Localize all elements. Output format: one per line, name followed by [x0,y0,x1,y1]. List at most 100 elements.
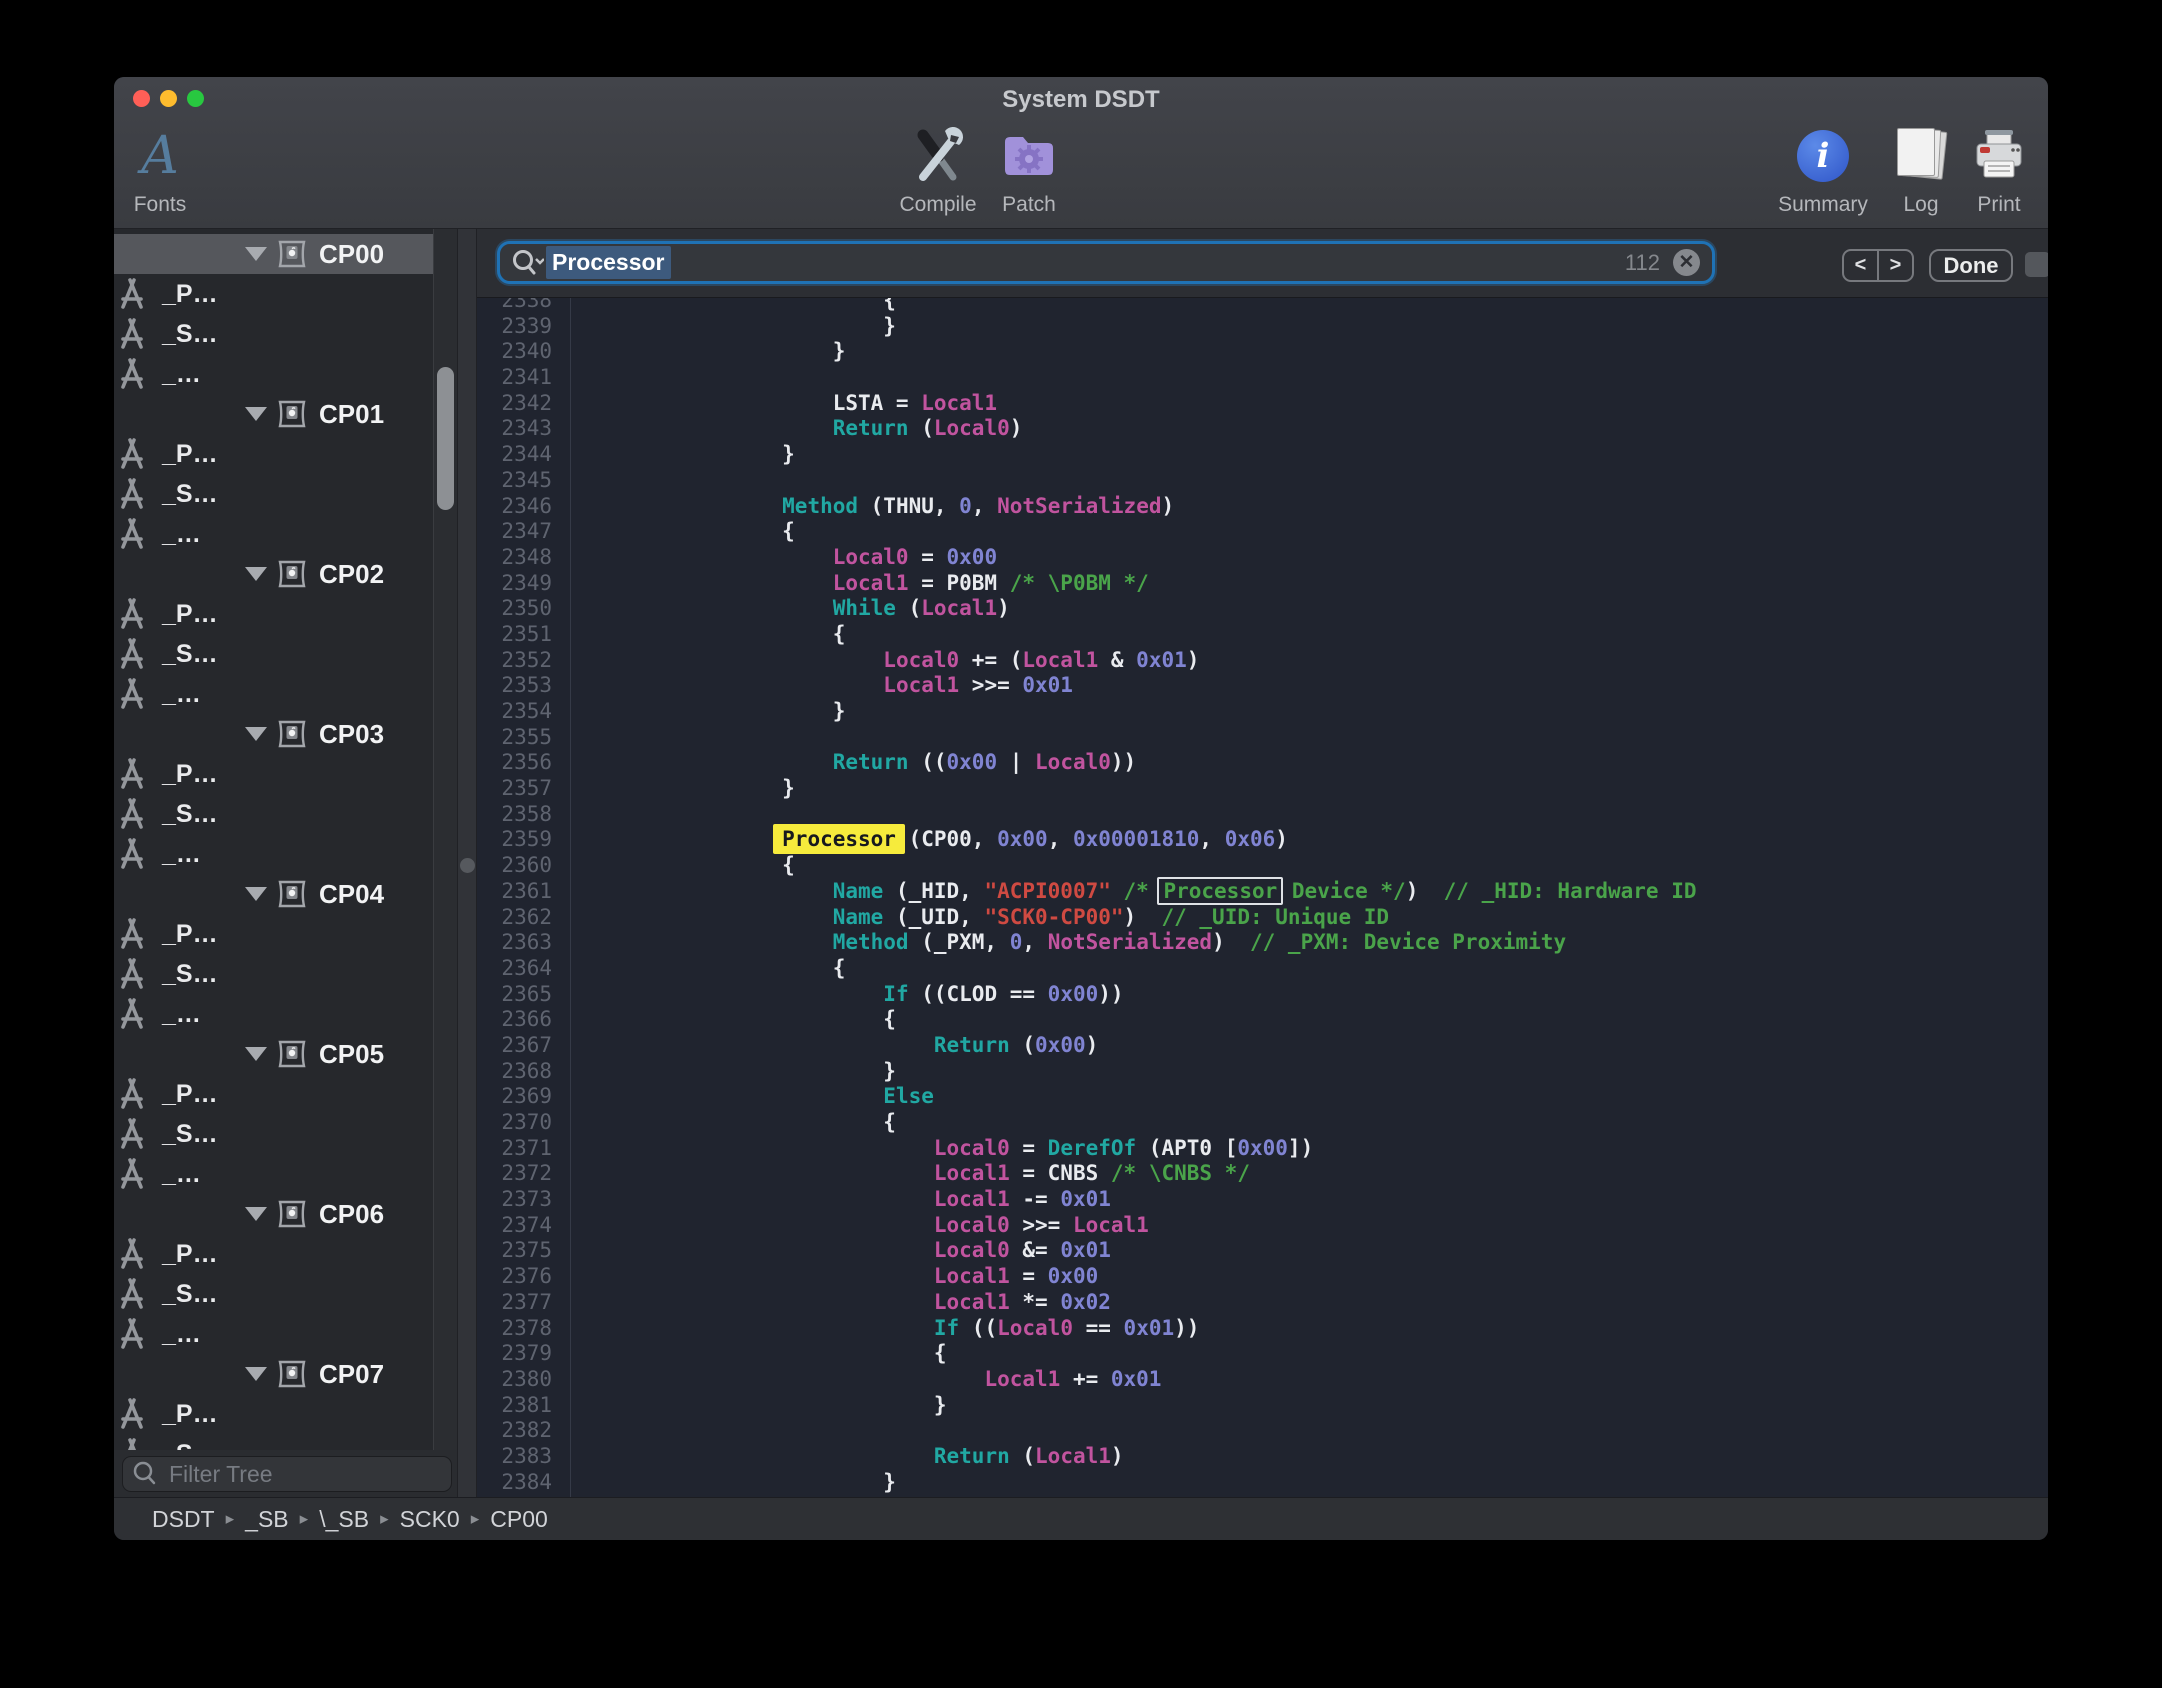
tree-item-cp03[interactable]: CP03 [114,714,433,754]
disclosure-triangle-icon[interactable] [245,1367,267,1381]
tree-child-item[interactable]: _P… [114,594,433,634]
code-text: } [562,1470,896,1496]
code-line: 2353 Local1 >>= 0x01 [477,673,2048,699]
tree-child-item[interactable]: _P… [114,914,433,954]
code-line: 2379 { [477,1341,2048,1367]
code-text: } [562,1393,947,1419]
tree-child-item[interactable]: _… [114,1314,433,1354]
disclosure-triangle-icon[interactable] [245,1047,267,1061]
code-line: 2364 { [477,956,2048,982]
tree-item-cp01[interactable]: CP01 [114,394,433,434]
breadcrumb-item[interactable]: \_SB [319,1506,369,1533]
tree-child-item[interactable]: _S… [114,1114,433,1154]
tree-child-label: _… [162,1000,201,1029]
find-input[interactable]: Processor 112 ✕ [497,241,1715,284]
summary-info-icon: i [1797,130,1849,182]
disclosure-triangle-icon[interactable] [245,567,267,581]
tree-child-item[interactable]: _… [114,674,433,714]
sidebar-scrollbar-thumb[interactable] [437,367,454,510]
find-next-button[interactable]: > [1879,251,1912,280]
code-text: Local0 += (Local1 & 0x01) [562,648,1199,674]
tree-item-cp05[interactable]: CP05 [114,1034,433,1074]
split-handle-icon[interactable] [460,858,475,873]
line-number: 2359 [477,827,562,853]
code-line: 2356 Return ((0x00 | Local0)) [477,750,2048,776]
code-editor[interactable]: 2338 {2339 }2340 }23412342 LSTA = Local1… [477,298,2048,1497]
tree-child-item[interactable]: _P… [114,1074,433,1114]
code-text: } [562,314,896,340]
line-number: 2362 [477,905,562,931]
code-line: 2372 Local1 = CNBS /* \CNBS */ [477,1161,2048,1187]
find-previous-button[interactable]: < [1844,251,1879,280]
filter-tree-input[interactable]: Filter Tree [122,1456,452,1492]
code-text: Processor (CP00, 0x00, 0x00001810, 0x06) [562,827,1288,853]
tree-child-item[interactable]: _S… [114,1274,433,1314]
breadcrumb-item[interactable]: DSDT [152,1506,215,1533]
split-divider[interactable] [457,229,477,1497]
disclosure-triangle-icon[interactable] [245,247,267,261]
tree-child-item[interactable]: _S… [114,794,433,834]
tree-child-item[interactable]: _P… [114,1394,433,1434]
method-icon [114,916,150,952]
tree-child-label: _P… [162,280,218,309]
sidebar-scrollbar-track[interactable] [433,229,457,1450]
line-number: 2365 [477,982,562,1008]
tree-child-label: _S… [162,320,218,349]
tree-child-label: _P… [162,600,218,629]
tree-child-item[interactable]: _P… [114,1234,433,1274]
tree-child-item[interactable]: _S… [114,954,433,994]
tree-child-item[interactable]: _… [114,834,433,874]
tree-child-item[interactable]: _… [114,354,433,394]
breadcrumb-item[interactable]: _SB [245,1506,288,1533]
line-number: 2355 [477,725,562,751]
tree-item-cp04[interactable]: CP04 [114,874,433,914]
tree-child-item[interactable]: _P… [114,274,433,314]
code-line: 2338 { [477,298,2048,314]
method-icon [114,356,150,392]
tree-child-item[interactable]: _S… [114,634,433,674]
clear-search-icon[interactable]: ✕ [1673,249,1700,276]
fonts-button[interactable]: A Fonts [114,125,220,217]
tree-child-label: _S… [162,640,218,669]
tree-item-cp02[interactable]: CP02 [114,554,433,594]
device-icon [275,237,309,271]
code-text: } [562,776,795,802]
tree-child-item[interactable]: _S… [114,314,433,354]
code-line: 2384 } [477,1470,2048,1496]
code-text: Name (_UID, "SCK0-CP00") // _UID: Unique… [562,905,1389,931]
disclosure-triangle-icon[interactable] [245,407,267,421]
line-number: 2382 [477,1418,562,1444]
tree-item-cp07[interactable]: CP07 [114,1354,433,1394]
done-button[interactable]: Done [1929,249,2013,282]
tree-child-item[interactable]: _P… [114,754,433,794]
tree-child-item[interactable]: _… [114,1154,433,1194]
line-number: 2371 [477,1136,562,1162]
code-line: 2365 If ((CLOD == 0x00)) [477,982,2048,1008]
breadcrumb-item[interactable]: SCK0 [400,1506,460,1533]
line-number: 2339 [477,314,562,340]
line-number: 2374 [477,1213,562,1239]
replace-checkbox[interactable] [2025,252,2048,277]
code-line: 2352 Local0 += (Local1 & 0x01) [477,648,2048,674]
tree-child-item[interactable]: _P… [114,434,433,474]
code-text: { [562,298,896,314]
print-button[interactable]: Print [1939,125,2048,217]
tree-item-cp06[interactable]: CP06 [114,1194,433,1234]
breadcrumb-item[interactable]: CP00 [490,1506,548,1533]
tree-child-item[interactable]: _S… [114,1434,433,1450]
disclosure-triangle-icon[interactable] [245,727,267,741]
tree-item-label: CP03 [319,719,384,750]
tree-item-cp00[interactable]: CP00 [114,234,433,274]
disclosure-triangle-icon[interactable] [245,1207,267,1221]
tree-child-item[interactable]: _… [114,994,433,1034]
code-text: { [562,1110,896,1136]
code-line: 2373 Local1 -= 0x01 [477,1187,2048,1213]
patch-button[interactable]: Patch [969,125,1089,217]
method-icon [114,276,150,312]
disclosure-triangle-icon[interactable] [245,887,267,901]
code-text [562,468,681,494]
tree-child-item[interactable]: _S… [114,474,433,514]
code-text: } [562,1059,896,1085]
tree-child-item[interactable]: _… [114,514,433,554]
code-text: If ((CLOD == 0x00)) [562,982,1124,1008]
